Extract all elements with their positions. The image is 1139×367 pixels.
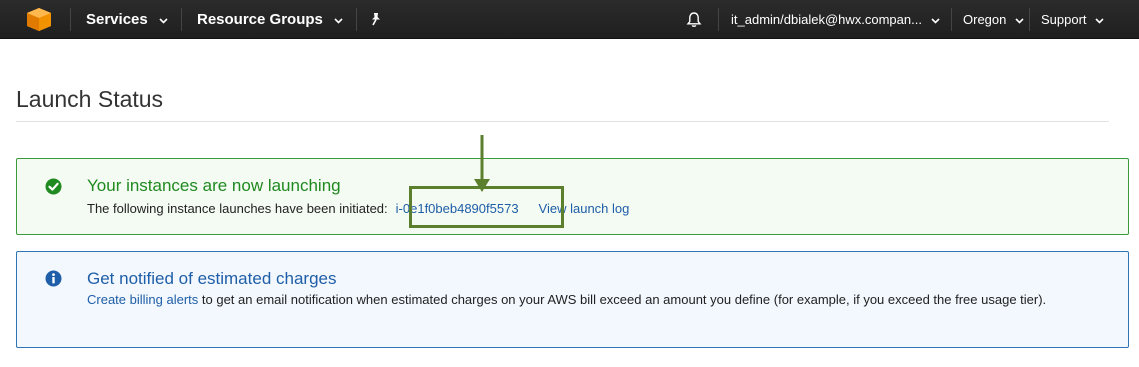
region-menu[interactable]: Oregon xyxy=(963,0,1024,39)
account-label: it_admin/dbialek@hwx.compan... xyxy=(731,12,922,27)
chevron-down-icon xyxy=(1095,18,1104,24)
pin-icon[interactable] xyxy=(369,12,383,26)
chevron-down-icon xyxy=(159,17,168,24)
support-menu[interactable]: Support xyxy=(1041,0,1104,39)
success-body-text: The following instance launches have bee… xyxy=(87,201,388,216)
bell-icon[interactable] xyxy=(686,11,702,28)
chevron-down-icon xyxy=(931,18,940,24)
check-circle-icon xyxy=(45,178,62,195)
billing-heading: Get notified of estimated charges xyxy=(87,269,337,288)
success-body: The following instance launches have bee… xyxy=(87,199,629,219)
services-menu[interactable]: Services xyxy=(86,0,168,39)
launch-success-alert: Your instances are now launching The fol… xyxy=(16,158,1129,235)
top-navigation-bar: Services Resource Groups it_admin/dbiale… xyxy=(0,0,1139,39)
services-label: Services xyxy=(86,11,148,28)
page-title: Launch Status xyxy=(16,86,164,112)
account-menu[interactable]: it_admin/dbialek@hwx.compan... xyxy=(731,0,940,39)
support-label: Support xyxy=(1041,12,1087,27)
title-divider xyxy=(16,121,1109,122)
info-circle-icon xyxy=(45,270,62,287)
billing-body: Create billing alerts to get an email no… xyxy=(87,290,1107,310)
chevron-down-icon xyxy=(1015,18,1024,24)
region-label: Oregon xyxy=(963,12,1007,27)
view-launch-log-link[interactable]: View launch log xyxy=(539,199,630,219)
nav-separator xyxy=(356,8,357,31)
nav-separator xyxy=(1029,8,1030,31)
nav-separator xyxy=(718,8,719,31)
nav-separator xyxy=(951,8,952,31)
resource-groups-menu[interactable]: Resource Groups xyxy=(197,0,343,39)
billing-body-text: to get an email notification when estima… xyxy=(198,292,1047,307)
nav-separator xyxy=(70,8,71,31)
billing-info-alert: Get notified of estimated charges Create… xyxy=(16,251,1129,348)
create-billing-alerts-link[interactable]: Create billing alerts xyxy=(87,292,198,307)
aws-cube-logo[interactable] xyxy=(26,7,52,32)
success-heading: Your instances are now launching xyxy=(87,176,341,195)
instance-id-link[interactable]: i-0e1f0beb4890f5573 xyxy=(396,199,519,219)
chevron-down-icon xyxy=(334,17,343,24)
resource-groups-label: Resource Groups xyxy=(197,11,323,28)
nav-separator xyxy=(181,8,182,31)
